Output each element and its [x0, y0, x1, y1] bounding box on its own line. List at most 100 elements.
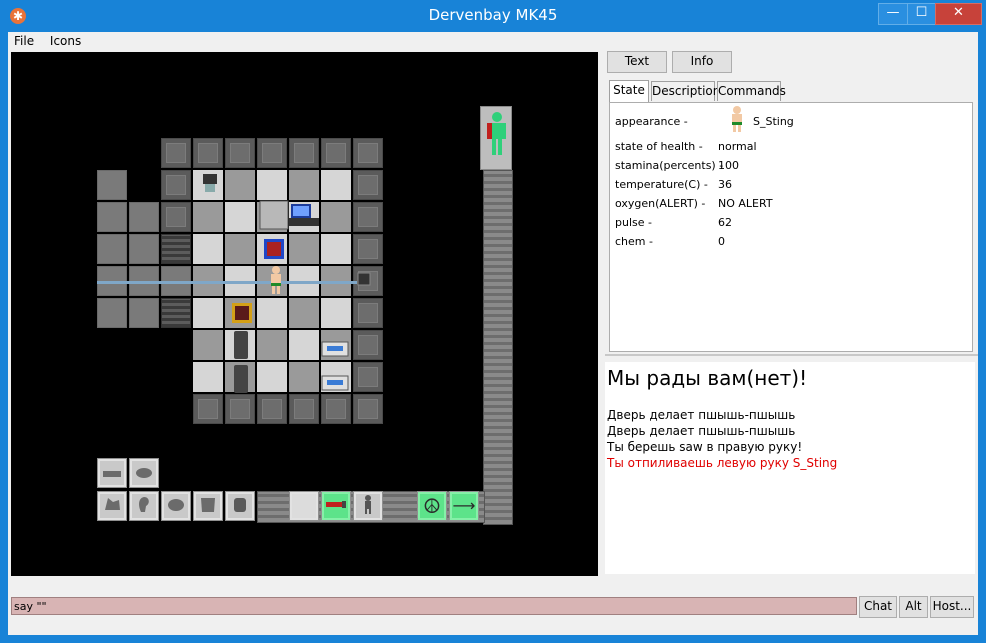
app-window: ✱ Dervenbay MK45 — ☐ ✕ File Icons ☮ ⟶ Te…	[0, 0, 986, 643]
player-character-icon[interactable]	[263, 264, 289, 298]
minimize-button[interactable]: —	[878, 3, 908, 25]
backpack-icon[interactable]	[225, 491, 255, 521]
right-panel: Text Info State Description Commands app…	[605, 50, 978, 576]
wall-panel-icon	[357, 272, 371, 286]
state-panel: appearance - S_Sting state of health - no…	[609, 102, 973, 352]
tab-state[interactable]: State	[609, 80, 649, 102]
armor-icon[interactable]	[193, 491, 223, 521]
corridor-tile	[129, 298, 159, 328]
wall-tile	[161, 170, 191, 200]
corridor-tile	[97, 298, 127, 328]
terminal-icon[interactable]	[321, 340, 349, 358]
red-crate-icon[interactable]	[263, 238, 285, 260]
wall-tile	[193, 138, 223, 168]
saw-icon[interactable]	[321, 491, 351, 521]
wall-tile	[193, 394, 223, 424]
game-map[interactable]: ☮ ⟶	[11, 52, 598, 576]
vertical-hud-strip	[483, 170, 513, 525]
pulse-value: 62	[718, 216, 732, 229]
close-button[interactable]: ✕	[935, 3, 982, 25]
floor-tile	[321, 298, 351, 328]
floor-tile	[225, 202, 255, 232]
menu-icons[interactable]: Icons	[50, 32, 81, 50]
wall-tile	[161, 202, 191, 232]
hand-icon[interactable]	[97, 491, 127, 521]
wall-tile	[289, 138, 319, 168]
locker-icon[interactable]	[259, 200, 289, 230]
chat-headline: Мы рады вам(нет)!	[607, 366, 808, 390]
wall-tile	[161, 138, 191, 168]
health-value: normal	[718, 140, 757, 153]
wall-tile	[353, 202, 383, 232]
corridor-tile	[97, 170, 127, 200]
ear-icon[interactable]	[129, 491, 159, 521]
canister-icon[interactable]	[233, 330, 249, 360]
doll-icon[interactable]	[353, 491, 383, 521]
wall-tile	[353, 234, 383, 264]
computer-icon[interactable]	[289, 202, 319, 228]
wall-tile	[225, 138, 255, 168]
floor-tile	[257, 298, 287, 328]
wall-tile	[321, 394, 351, 424]
left-hand-slot[interactable]	[97, 458, 127, 488]
floor-tile	[193, 202, 223, 232]
chat-line-alert: Ты отпиливаешь левую руку S_Sting	[607, 456, 838, 470]
panel-splitter[interactable]	[605, 354, 978, 356]
chat-line: Ты берешь saw в правую руку!	[607, 440, 803, 454]
title-bar: ✱ Dervenbay MK45 — ☐ ✕	[0, 0, 986, 32]
wall-tile	[353, 170, 383, 200]
maximize-button[interactable]: ☐	[907, 3, 936, 25]
corridor-tile	[129, 234, 159, 264]
wall-tile	[257, 138, 287, 168]
host-button[interactable]: Host...	[930, 596, 974, 618]
command-input[interactable]: say ""	[11, 597, 857, 615]
appearance-value: S_Sting	[753, 115, 794, 128]
stamina-label: stamina(percents) -	[615, 159, 724, 172]
belt-slot[interactable]	[289, 491, 319, 521]
floor-tile	[257, 362, 287, 392]
health-label: state of health -	[615, 140, 703, 153]
pulse-label: pulse -	[615, 216, 652, 229]
crate-icon[interactable]	[231, 302, 253, 324]
text-tab-button[interactable]: Text	[607, 51, 667, 73]
health-doll-icon[interactable]	[480, 106, 512, 170]
appearance-sprite-icon	[727, 105, 747, 136]
right-hand-slot[interactable]	[129, 458, 159, 488]
info-tab-button[interactable]: Info	[672, 51, 732, 73]
mask-icon[interactable]	[161, 491, 191, 521]
door-tile	[161, 234, 191, 264]
temperature-label: temperature(C) -	[615, 178, 708, 191]
chat-log: Мы рады вам(нет)! Дверь делает пшышь-пшы…	[605, 362, 975, 574]
machine-icon[interactable]	[201, 170, 221, 194]
corridor-tile	[129, 202, 159, 232]
tab-description[interactable]: Description	[651, 81, 720, 101]
canister-icon[interactable]	[233, 364, 249, 394]
floor-tile	[257, 330, 287, 360]
floor-tile	[289, 170, 319, 200]
peace-intent-icon[interactable]: ☮	[417, 491, 447, 521]
chat-line: Дверь делает пшышь-пшышь	[607, 408, 796, 422]
floor-tile	[321, 202, 351, 232]
alt-button[interactable]: Alt	[899, 596, 928, 618]
floor-tile	[257, 170, 287, 200]
terminal-icon[interactable]	[321, 374, 349, 392]
floor-tile	[289, 330, 319, 360]
wall-tile	[289, 394, 319, 424]
oxygen-value: NO ALERT	[718, 197, 773, 210]
floor-tile	[225, 170, 255, 200]
corridor-tile	[97, 202, 127, 232]
floor-tile	[321, 170, 351, 200]
oxygen-label: oxygen(ALERT) -	[615, 197, 706, 210]
temperature-value: 36	[718, 178, 732, 191]
client-area: ☮ ⟶ Text Info State Description Commands…	[8, 50, 978, 635]
wall-tile	[353, 394, 383, 424]
tab-commands[interactable]: Commands	[717, 81, 786, 101]
move-arrow-icon[interactable]: ⟶	[449, 491, 479, 521]
corridor-tile	[97, 234, 127, 264]
chem-value: 0	[718, 235, 725, 248]
wall-tile	[225, 394, 255, 424]
menu-file[interactable]: File	[14, 32, 34, 50]
floor-tile	[289, 362, 319, 392]
pipe	[97, 281, 357, 284]
chat-button[interactable]: Chat	[859, 596, 897, 618]
